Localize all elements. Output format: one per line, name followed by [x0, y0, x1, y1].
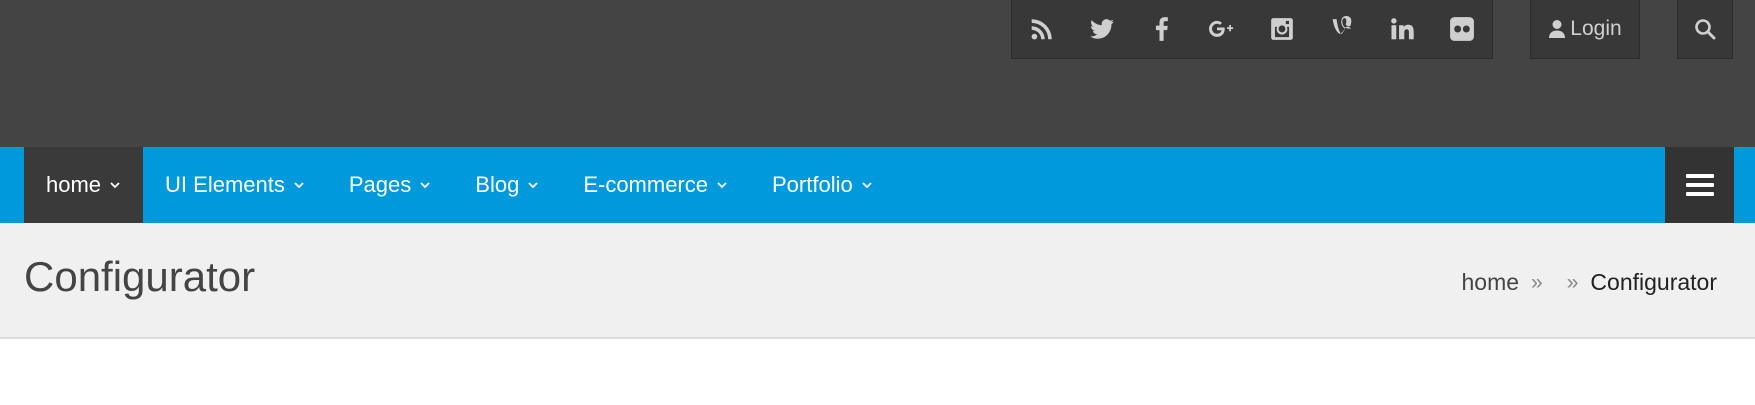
top-header-bar: Login: [0, 0, 1755, 147]
user-icon: [1549, 20, 1566, 38]
flickr-icon[interactable]: [1432, 0, 1492, 59]
nav-item-label: Portfolio: [772, 172, 853, 197]
nav-item-label: E-commerce: [583, 172, 708, 197]
chevron-down-icon: [717, 182, 727, 189]
page-title-bar: Configurator home » » Configurator: [0, 223, 1755, 339]
social-icons-bar: [1011, 0, 1493, 59]
nav-item-label: Blog: [475, 172, 520, 197]
chevron-down-icon: [110, 182, 120, 189]
breadcrumb: home » » Configurator: [1462, 269, 1718, 296]
nav-item-label: UI Elements: [165, 172, 285, 197]
vine-icon[interactable]: [1312, 0, 1372, 59]
menu-toggle-button[interactable]: [1665, 147, 1734, 223]
login-label: Login: [1570, 17, 1622, 40]
twitter-icon[interactable]: [1072, 0, 1132, 59]
chevron-down-icon: [420, 182, 430, 189]
chevron-down-icon: [528, 182, 538, 189]
breadcrumb-separator: »: [1566, 270, 1579, 294]
nav-item-blog[interactable]: Blog: [453, 147, 561, 223]
search-button[interactable]: [1677, 0, 1733, 59]
login-button[interactable]: Login: [1530, 0, 1640, 59]
google-plus-icon[interactable]: [1192, 0, 1252, 59]
facebook-icon[interactable]: [1132, 0, 1192, 59]
nav-item-label: Pages: [348, 172, 412, 197]
main-navigation: home UI Elements Pages Blog E-commerce P…: [0, 147, 1755, 223]
breadcrumb-current: Configurator: [1590, 269, 1717, 295]
nav-item-e-commerce[interactable]: E-commerce: [561, 147, 750, 223]
instagram-icon[interactable]: [1252, 0, 1312, 59]
page-title: Configurator: [24, 253, 256, 300]
hamburger-menu-icon: [1685, 174, 1714, 196]
rss-icon[interactable]: [1012, 0, 1072, 59]
breadcrumb-separator: »: [1531, 270, 1543, 294]
nav-item-home[interactable]: home: [24, 147, 144, 223]
nav-item-ui-elements[interactable]: UI Elements: [143, 147, 327, 223]
nav-item-pages[interactable]: Pages: [327, 147, 453, 223]
chevron-down-icon: [294, 182, 304, 189]
chevron-down-icon: [862, 182, 872, 189]
nav-item-portfolio[interactable]: Portfolio: [750, 147, 895, 223]
search-icon: [1695, 19, 1716, 40]
nav-item-label: home: [46, 172, 102, 197]
linkedin-icon[interactable]: [1372, 0, 1432, 59]
breadcrumb-home-link[interactable]: home: [1462, 269, 1520, 296]
